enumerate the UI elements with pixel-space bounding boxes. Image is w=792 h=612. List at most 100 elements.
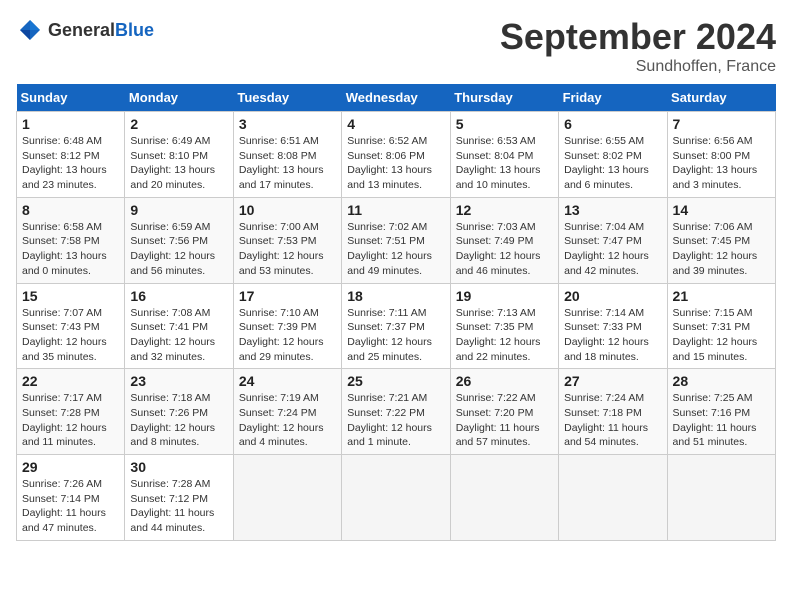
day-number: 7 (673, 116, 770, 132)
day-info: Sunrise: 6:55 AMSunset: 8:02 PMDaylight:… (564, 134, 661, 193)
day-info: Sunrise: 7:03 AMSunset: 7:49 PMDaylight:… (456, 220, 553, 279)
day-number: 5 (456, 116, 553, 132)
table-row: 1 Sunrise: 6:48 AMSunset: 8:12 PMDayligh… (17, 112, 125, 198)
day-number: 25 (347, 373, 444, 389)
table-row: 22 Sunrise: 7:17 AMSunset: 7:28 PMDaylig… (17, 369, 125, 455)
day-number: 14 (673, 202, 770, 218)
table-row: 20 Sunrise: 7:14 AMSunset: 7:33 PMDaylig… (559, 283, 667, 369)
day-info: Sunrise: 7:13 AMSunset: 7:35 PMDaylight:… (456, 306, 553, 365)
day-info: Sunrise: 7:18 AMSunset: 7:26 PMDaylight:… (130, 391, 227, 450)
day-info: Sunrise: 6:58 AMSunset: 7:58 PMDaylight:… (22, 220, 119, 279)
calendar-week-row: 22 Sunrise: 7:17 AMSunset: 7:28 PMDaylig… (17, 369, 776, 455)
table-row: 28 Sunrise: 7:25 AMSunset: 7:16 PMDaylig… (667, 369, 775, 455)
table-row (450, 455, 558, 541)
day-number: 18 (347, 288, 444, 304)
day-number: 11 (347, 202, 444, 218)
day-number: 21 (673, 288, 770, 304)
day-info: Sunrise: 7:14 AMSunset: 7:33 PMDaylight:… (564, 306, 661, 365)
col-friday: Friday (559, 84, 667, 112)
day-number: 8 (22, 202, 119, 218)
day-number: 3 (239, 116, 336, 132)
day-info: Sunrise: 7:21 AMSunset: 7:22 PMDaylight:… (347, 391, 444, 450)
table-row (342, 455, 450, 541)
day-info: Sunrise: 7:08 AMSunset: 7:41 PMDaylight:… (130, 306, 227, 365)
table-row: 13 Sunrise: 7:04 AMSunset: 7:47 PMDaylig… (559, 197, 667, 283)
col-sunday: Sunday (17, 84, 125, 112)
table-row: 10 Sunrise: 7:00 AMSunset: 7:53 PMDaylig… (233, 197, 341, 283)
calendar-week-row: 15 Sunrise: 7:07 AMSunset: 7:43 PMDaylig… (17, 283, 776, 369)
col-wednesday: Wednesday (342, 84, 450, 112)
day-number: 17 (239, 288, 336, 304)
month-title: September 2024 (500, 16, 776, 58)
table-row: 27 Sunrise: 7:24 AMSunset: 7:18 PMDaylig… (559, 369, 667, 455)
day-number: 26 (456, 373, 553, 389)
table-row: 29 Sunrise: 7:26 AMSunset: 7:14 PMDaylig… (17, 455, 125, 541)
col-tuesday: Tuesday (233, 84, 341, 112)
calendar-header-row: Sunday Monday Tuesday Wednesday Thursday… (17, 84, 776, 112)
title-area: September 2024 Sundhoffen, France (500, 16, 776, 76)
day-info: Sunrise: 7:28 AMSunset: 7:12 PMDaylight:… (130, 477, 227, 536)
calendar-week-row: 1 Sunrise: 6:48 AMSunset: 8:12 PMDayligh… (17, 112, 776, 198)
day-info: Sunrise: 7:26 AMSunset: 7:14 PMDaylight:… (22, 477, 119, 536)
table-row: 14 Sunrise: 7:06 AMSunset: 7:45 PMDaylig… (667, 197, 775, 283)
col-thursday: Thursday (450, 84, 558, 112)
logo-icon (16, 16, 44, 44)
table-row (667, 455, 775, 541)
col-monday: Monday (125, 84, 233, 112)
table-row: 12 Sunrise: 7:03 AMSunset: 7:49 PMDaylig… (450, 197, 558, 283)
day-info: Sunrise: 6:49 AMSunset: 8:10 PMDaylight:… (130, 134, 227, 193)
day-number: 1 (22, 116, 119, 132)
table-row: 11 Sunrise: 7:02 AMSunset: 7:51 PMDaylig… (342, 197, 450, 283)
table-row: 3 Sunrise: 6:51 AMSunset: 8:08 PMDayligh… (233, 112, 341, 198)
day-info: Sunrise: 7:25 AMSunset: 7:16 PMDaylight:… (673, 391, 770, 450)
day-number: 12 (456, 202, 553, 218)
table-row: 5 Sunrise: 6:53 AMSunset: 8:04 PMDayligh… (450, 112, 558, 198)
day-info: Sunrise: 7:15 AMSunset: 7:31 PMDaylight:… (673, 306, 770, 365)
day-info: Sunrise: 7:24 AMSunset: 7:18 PMDaylight:… (564, 391, 661, 450)
location-title: Sundhoffen, France (500, 58, 776, 76)
day-info: Sunrise: 6:59 AMSunset: 7:56 PMDaylight:… (130, 220, 227, 279)
day-info: Sunrise: 7:17 AMSunset: 7:28 PMDaylight:… (22, 391, 119, 450)
day-info: Sunrise: 7:04 AMSunset: 7:47 PMDaylight:… (564, 220, 661, 279)
day-info: Sunrise: 6:51 AMSunset: 8:08 PMDaylight:… (239, 134, 336, 193)
table-row: 16 Sunrise: 7:08 AMSunset: 7:41 PMDaylig… (125, 283, 233, 369)
day-number: 6 (564, 116, 661, 132)
day-number: 15 (22, 288, 119, 304)
day-number: 19 (456, 288, 553, 304)
day-info: Sunrise: 7:02 AMSunset: 7:51 PMDaylight:… (347, 220, 444, 279)
day-info: Sunrise: 6:48 AMSunset: 8:12 PMDaylight:… (22, 134, 119, 193)
table-row: 26 Sunrise: 7:22 AMSunset: 7:20 PMDaylig… (450, 369, 558, 455)
day-info: Sunrise: 7:10 AMSunset: 7:39 PMDaylight:… (239, 306, 336, 365)
day-info: Sunrise: 7:11 AMSunset: 7:37 PMDaylight:… (347, 306, 444, 365)
calendar-week-row: 8 Sunrise: 6:58 AMSunset: 7:58 PMDayligh… (17, 197, 776, 283)
table-row: 21 Sunrise: 7:15 AMSunset: 7:31 PMDaylig… (667, 283, 775, 369)
calendar-table: Sunday Monday Tuesday Wednesday Thursday… (16, 84, 776, 541)
table-row: 30 Sunrise: 7:28 AMSunset: 7:12 PMDaylig… (125, 455, 233, 541)
table-row: 17 Sunrise: 7:10 AMSunset: 7:39 PMDaylig… (233, 283, 341, 369)
day-number: 23 (130, 373, 227, 389)
day-number: 24 (239, 373, 336, 389)
table-row: 24 Sunrise: 7:19 AMSunset: 7:24 PMDaylig… (233, 369, 341, 455)
day-number: 20 (564, 288, 661, 304)
day-info: Sunrise: 6:52 AMSunset: 8:06 PMDaylight:… (347, 134, 444, 193)
day-info: Sunrise: 7:22 AMSunset: 7:20 PMDaylight:… (456, 391, 553, 450)
day-number: 29 (22, 459, 119, 475)
table-row: 23 Sunrise: 7:18 AMSunset: 7:26 PMDaylig… (125, 369, 233, 455)
day-info: Sunrise: 6:53 AMSunset: 8:04 PMDaylight:… (456, 134, 553, 193)
day-info: Sunrise: 7:07 AMSunset: 7:43 PMDaylight:… (22, 306, 119, 365)
table-row: 25 Sunrise: 7:21 AMSunset: 7:22 PMDaylig… (342, 369, 450, 455)
logo: GeneralBlue (16, 16, 154, 44)
day-info: Sunrise: 7:06 AMSunset: 7:45 PMDaylight:… (673, 220, 770, 279)
page-header: GeneralBlue September 2024 Sundhoffen, F… (16, 16, 776, 76)
logo-text: GeneralBlue (48, 20, 154, 41)
col-saturday: Saturday (667, 84, 775, 112)
table-row: 7 Sunrise: 6:56 AMSunset: 8:00 PMDayligh… (667, 112, 775, 198)
table-row: 6 Sunrise: 6:55 AMSunset: 8:02 PMDayligh… (559, 112, 667, 198)
calendar-week-row: 29 Sunrise: 7:26 AMSunset: 7:14 PMDaylig… (17, 455, 776, 541)
table-row: 19 Sunrise: 7:13 AMSunset: 7:35 PMDaylig… (450, 283, 558, 369)
day-number: 28 (673, 373, 770, 389)
table-row: 15 Sunrise: 7:07 AMSunset: 7:43 PMDaylig… (17, 283, 125, 369)
day-info: Sunrise: 6:56 AMSunset: 8:00 PMDaylight:… (673, 134, 770, 193)
table-row: 2 Sunrise: 6:49 AMSunset: 8:10 PMDayligh… (125, 112, 233, 198)
table-row (233, 455, 341, 541)
